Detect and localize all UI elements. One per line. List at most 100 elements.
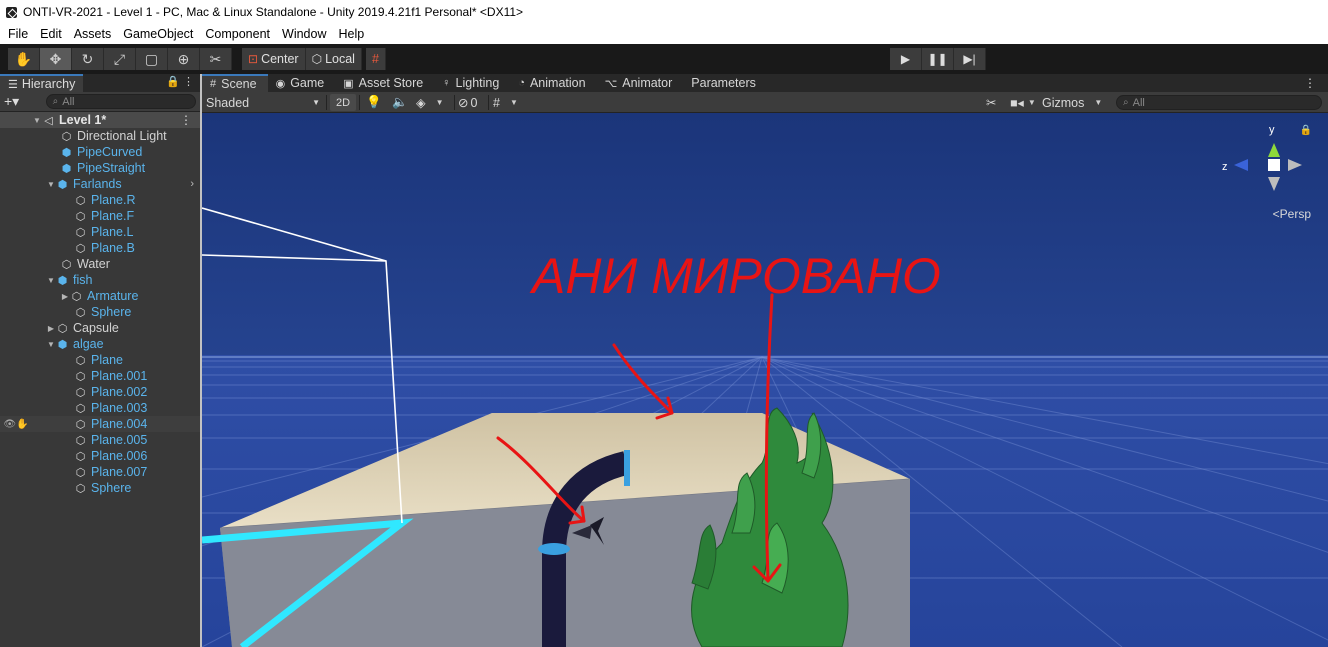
audio-toggle-button[interactable]: 🔈 bbox=[392, 94, 408, 111]
transform-tool-button[interactable]: ⊕ bbox=[168, 48, 200, 70]
menu-edit[interactable]: Edit bbox=[34, 27, 68, 41]
list-item[interactable]: ⬡ Plane.005 bbox=[0, 432, 200, 448]
pivot-local-button[interactable]: ⬡ Local bbox=[305, 48, 362, 70]
visibility-eye-icon[interactable]: 👁✋ bbox=[0, 416, 32, 432]
list-item[interactable]: ⬢ PipeCurved bbox=[0, 144, 200, 160]
move-tool-button[interactable]: ✥ bbox=[40, 48, 72, 70]
gameobject-icon: ⬡ bbox=[75, 482, 86, 495]
prefab-icon: ⬢ bbox=[61, 162, 72, 175]
list-item[interactable]: ⬡ Plane.006 bbox=[0, 448, 200, 464]
menu-gameobject[interactable]: GameObject bbox=[117, 27, 199, 41]
effects-dropdown[interactable]: ◈ ▼ bbox=[416, 94, 444, 111]
menu-window[interactable]: Window bbox=[276, 27, 332, 41]
move-tool-icon: ✥ bbox=[49, 50, 62, 67]
list-item[interactable]: ▼ ⬢ Farlands › bbox=[0, 176, 200, 192]
menu-component[interactable]: Component bbox=[199, 27, 276, 41]
create-plus-button[interactable]: +▾ bbox=[4, 93, 32, 110]
step-button[interactable]: ▶| bbox=[954, 48, 986, 70]
scene-tabbar: # Scene ◉ Game ▣ Asset Store ♀ Lighting … bbox=[202, 74, 1328, 92]
list-item[interactable]: ⬡ Plane.F bbox=[0, 208, 200, 224]
gizmos-dropdown[interactable]: Gizmos ▼ bbox=[1042, 94, 1102, 111]
shading-mode-dropdown[interactable]: Shaded ▼ bbox=[206, 94, 324, 111]
custom-tool-button[interactable]: ✂ bbox=[200, 48, 232, 70]
menu-assets[interactable]: Assets bbox=[68, 27, 118, 41]
list-item[interactable]: ⬡ Plane.L bbox=[0, 224, 200, 240]
scene-viewport[interactable]: АНИ МИРОВАНО y z 🔒 <Persp bbox=[202, 113, 1328, 647]
tab-lighting[interactable]: ♀ Lighting bbox=[434, 74, 510, 92]
tab-animation[interactable]: ◔ Animation bbox=[510, 74, 596, 92]
tools-icon: ✂ bbox=[986, 96, 997, 110]
gameobject-icon: ⬡ bbox=[75, 194, 86, 207]
gameobject-icon: ⬡ bbox=[75, 306, 86, 319]
scene-menu-icon[interactable]: ⋮ bbox=[180, 113, 192, 127]
hidden-objects-toggle[interactable]: ⊘ 0 bbox=[458, 94, 477, 111]
menu-help[interactable]: Help bbox=[332, 27, 370, 41]
list-item[interactable]: ⬡ Plane.B bbox=[0, 240, 200, 256]
scene-search-input[interactable]: ⌕ All bbox=[1116, 95, 1322, 110]
play-button[interactable]: ▶ bbox=[890, 48, 922, 70]
projection-toggle[interactable]: <Persp bbox=[1273, 207, 1311, 221]
list-item[interactable]: ⬢ PipeStraight bbox=[0, 160, 200, 176]
camera-icon: ■◂ bbox=[1010, 96, 1024, 110]
unity-scene-icon: ◁ bbox=[44, 114, 53, 127]
hierarchy-tab-label: Hierarchy bbox=[21, 77, 76, 91]
hierarchy-toolbar: +▾ ⌕ All bbox=[0, 92, 200, 112]
list-item[interactable]: ⬡ Sphere bbox=[0, 480, 200, 496]
pause-button[interactable]: ❚❚ bbox=[922, 48, 954, 70]
tab-animator[interactable]: ⌥ Animator bbox=[597, 74, 684, 92]
tools-button[interactable]: ✂ bbox=[986, 94, 996, 111]
annotation-text: АНИ МИРОВАНО bbox=[529, 248, 941, 304]
prefab-icon: ⬢ bbox=[57, 338, 68, 351]
window-title: ONTI-VR-2021 - Level 1 - PC, Mac & Linux… bbox=[23, 5, 524, 19]
menu-file[interactable]: File bbox=[2, 27, 34, 41]
pivot-controls: ⊡ Center ⬡ Local # bbox=[242, 48, 386, 70]
open-prefab-chevron-icon[interactable]: › bbox=[190, 178, 194, 190]
list-item[interactable]: ▼ ⬢ algae bbox=[0, 336, 200, 352]
list-item[interactable]: ⬡ Sphere bbox=[0, 304, 200, 320]
list-item[interactable]: ⬡ Directional Light bbox=[0, 128, 200, 144]
scene-render: АНИ МИРОВАНО y z bbox=[202, 113, 1328, 647]
pivot-center-button[interactable]: ⊡ Center bbox=[242, 48, 306, 70]
expand-arrow-icon[interactable]: ▼ bbox=[46, 340, 56, 349]
scene-row[interactable]: ▼ ◁ Level 1* ⋮ bbox=[0, 112, 200, 128]
grid-snap-icon: # bbox=[371, 52, 379, 66]
list-item[interactable]: ⬡ Plane.002 bbox=[0, 384, 200, 400]
list-item[interactable]: ⬡ Plane.R bbox=[0, 192, 200, 208]
expand-arrow-icon[interactable]: ▼ bbox=[46, 276, 56, 285]
tab-game[interactable]: ◉ Game bbox=[268, 74, 336, 92]
tab-parameters[interactable]: Parameters bbox=[683, 74, 767, 92]
viewport-lock-icon[interactable]: 🔒 bbox=[1300, 125, 1312, 136]
scene-panel-menu-icon[interactable]: ⋮ bbox=[1304, 76, 1316, 90]
list-item[interactable]: 👁✋ ⬡ Plane.004 bbox=[0, 416, 200, 432]
scale-tool-button[interactable]: ⤢ bbox=[104, 48, 136, 70]
grid-dropdown[interactable]: # ▼ bbox=[493, 94, 518, 111]
expand-arrow-icon[interactable]: ▼ bbox=[32, 116, 42, 125]
list-item[interactable]: ⬡ Plane.001 bbox=[0, 368, 200, 384]
list-item[interactable]: ▼ ⬢ fish bbox=[0, 272, 200, 288]
hierarchy-search-input[interactable]: ⌕ All bbox=[45, 94, 196, 109]
list-item[interactable]: ⬡ Plane bbox=[0, 352, 200, 368]
rotate-tool-icon: ↻ bbox=[81, 50, 94, 67]
collapse-arrow-icon[interactable]: ▶ bbox=[46, 324, 56, 333]
lighting-toggle-button[interactable]: 💡 bbox=[366, 94, 382, 111]
hierarchy-lock-menu-icon[interactable]: 🔒 ⋮ bbox=[166, 75, 194, 88]
list-item[interactable]: ⬡ Water bbox=[0, 256, 200, 272]
grid-icon: # bbox=[210, 78, 217, 90]
collapse-arrow-icon[interactable]: ▶ bbox=[60, 292, 70, 301]
toggle-2d-button[interactable]: 2D bbox=[330, 94, 357, 111]
list-item[interactable]: ▶ ⬡ Capsule bbox=[0, 320, 200, 336]
rotate-tool-button[interactable]: ↻ bbox=[72, 48, 104, 70]
gameobject-icon: ⬡ bbox=[61, 130, 72, 143]
tab-hierarchy[interactable]: ☰ Hierarchy bbox=[0, 74, 84, 92]
camera-dropdown[interactable]: ■◂ ▼ bbox=[1010, 94, 1036, 111]
rect-tool-button[interactable]: ▢ bbox=[136, 48, 168, 70]
tab-asset-store[interactable]: ▣ Asset Store bbox=[335, 74, 434, 92]
list-item[interactable]: ⬡ Plane.003 bbox=[0, 400, 200, 416]
list-item[interactable]: ⬡ Plane.007 bbox=[0, 464, 200, 480]
grid-snap-button[interactable]: # bbox=[365, 48, 386, 70]
expand-arrow-icon[interactable]: ▼ bbox=[46, 180, 56, 189]
hand-tool-button[interactable]: ✋ bbox=[8, 48, 40, 70]
tab-scene[interactable]: # Scene bbox=[202, 74, 268, 92]
menu-bar: File Edit Assets GameObject Component Wi… bbox=[0, 24, 1328, 44]
list-item[interactable]: ▶ ⬡ Armature bbox=[0, 288, 200, 304]
